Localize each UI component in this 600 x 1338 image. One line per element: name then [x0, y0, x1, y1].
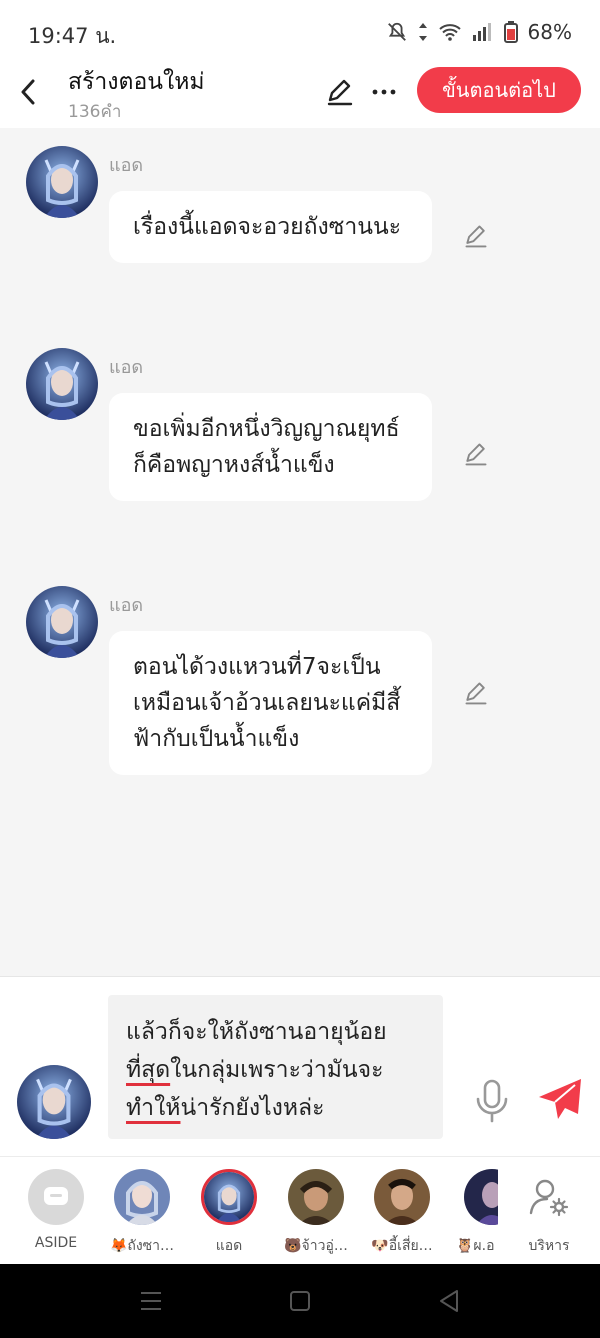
more-options-button[interactable] — [366, 74, 402, 110]
character-avatar-image — [204, 1172, 254, 1222]
square-icon — [290, 1291, 310, 1311]
pencil-icon — [465, 443, 487, 466]
character-avatar-image — [17, 1065, 91, 1139]
character-avatar-image — [464, 1169, 498, 1225]
avatar — [288, 1169, 344, 1225]
message-input[interactable]: แล้วก็จะให้ถังซานอายุน้อยที่สุดในกลุ่มเพ… — [108, 995, 443, 1139]
character-avatar-image — [26, 146, 98, 218]
manage-icon-wrap — [521, 1169, 577, 1225]
battery-percent: 68% — [527, 20, 572, 44]
battery-icon — [503, 21, 518, 43]
back-nav-button[interactable] — [434, 1286, 464, 1316]
speaker-avatar[interactable] — [17, 1065, 91, 1139]
avatar[interactable] — [26, 348, 98, 420]
input-text: แล้วก็จะให้ถังซานอายุน้อย — [126, 1019, 387, 1045]
avatar[interactable] — [26, 146, 98, 218]
character-avatar-image — [288, 1169, 344, 1225]
avatar — [114, 1169, 170, 1225]
aside-button — [28, 1169, 84, 1225]
character-label: แอด — [215, 1238, 243, 1254]
home-button[interactable] — [285, 1286, 315, 1316]
character-label: 🦉ผ.อ — [456, 1238, 495, 1254]
microphone-button[interactable] — [470, 1077, 514, 1125]
character-zhaowuji[interactable]: 🐻จ้าวอู่… — [273, 1169, 359, 1257]
status-bar: 19:47 น. 68% — [0, 0, 600, 64]
character-ad[interactable]: แอด — [186, 1169, 272, 1257]
chat-bubble-icon — [44, 1187, 68, 1205]
system-nav-bar — [0, 1264, 600, 1338]
spell-flagged-text: ที่สุด — [126, 1057, 171, 1083]
chevron-left-icon — [21, 79, 35, 105]
page-title: สร้างตอนใหม่ — [68, 69, 205, 95]
edit-message-button[interactable] — [458, 218, 494, 254]
character-label: 🐻จ้าวอู่… — [284, 1238, 348, 1254]
next-step-button[interactable]: ขั้นตอนต่อไป — [417, 67, 581, 113]
signal-icon — [472, 23, 491, 41]
avatar-selected — [201, 1169, 257, 1225]
input-text: ในกลุ่มเพราะว่ามันจะ — [170, 1057, 384, 1083]
character-avatar-image — [26, 348, 98, 420]
data-arrows-icon — [418, 23, 427, 41]
back-button[interactable] — [12, 72, 44, 112]
word-count: 136คำ — [68, 102, 122, 122]
user-settings-icon — [529, 1179, 569, 1217]
edit-message-button[interactable] — [458, 675, 494, 711]
character-director[interactable]: 🦉ผ.อ — [446, 1169, 498, 1257]
message-bubble[interactable]: เรื่องนี้แอดจะอวยถังซานนะ — [109, 191, 432, 263]
pencil-icon — [465, 225, 487, 248]
wifi-icon — [438, 24, 461, 41]
message-bubble[interactable]: ตอนได้วงแหวนที่7จะเป็นเหมือนเจ้าอ้วนเลยน… — [109, 631, 432, 775]
chat-area[interactable]: แอด เรื่องนี้แอดจะอวยถังซานนะ แอด ขอเพิ่… — [0, 128, 600, 976]
avatar — [374, 1169, 430, 1225]
character-tangsan[interactable]: 🦊ถังซา… — [99, 1169, 185, 1257]
mute-bell-icon — [387, 22, 406, 41]
character-avatar-image — [26, 586, 98, 658]
composer: แล้วก็จะให้ถังซานอายุน้อยที่สุดในกลุ่มเพ… — [0, 976, 600, 1156]
avatar[interactable] — [26, 586, 98, 658]
recent-apps-button[interactable] — [136, 1286, 166, 1316]
spell-flagged-text: ทำให้ — [126, 1095, 181, 1121]
edit-message-button[interactable] — [458, 436, 494, 472]
header: สร้างตอนใหม่ 136คำ ขั้นตอนต่อไป — [0, 64, 600, 128]
menu-lines-icon — [141, 1292, 161, 1310]
input-text: น่ารักยังไงหล่ะ — [180, 1095, 325, 1121]
manage-button[interactable]: บริหาร — [506, 1169, 592, 1257]
character-aside[interactable]: ASIDE — [13, 1169, 99, 1251]
character-yixiao[interactable]: 🐶อี้เสี่ย… — [359, 1169, 445, 1257]
character-bar: ASIDE 🦊ถังซา… แอด 🐻จ้าวอู่… 🐶อี้เสี่ย… 🦉… — [0, 1156, 600, 1264]
avatar — [464, 1169, 498, 1225]
character-label: 🐶อี้เสี่ย… — [371, 1238, 433, 1254]
more-horizontal-icon — [372, 89, 396, 95]
send-button[interactable] — [534, 1073, 586, 1125]
message-bubble[interactable]: ขอเพิ่มอีกหนึ่งวิญญาณยุทธ์ก็คือพญาหงส์น้… — [109, 393, 432, 501]
edit-button[interactable] — [322, 74, 358, 110]
character-label: ASIDE — [34, 1235, 78, 1251]
status-icons: 68% — [386, 20, 572, 44]
character-avatar-image — [374, 1169, 430, 1225]
send-icon — [539, 1079, 581, 1119]
character-label: 🦊ถังซา… — [109, 1238, 175, 1254]
sender-name: แอด — [109, 155, 144, 176]
pencil-icon — [465, 682, 487, 705]
pencil-icon — [327, 79, 353, 106]
microphone-icon — [476, 1079, 508, 1123]
sender-name: แอด — [109, 357, 144, 378]
character-avatar-image — [114, 1169, 170, 1225]
sender-name: แอด — [109, 595, 144, 616]
character-label: บริหาร — [528, 1238, 570, 1254]
triangle-back-icon — [440, 1290, 458, 1312]
status-time: 19:47 น. — [28, 24, 117, 48]
